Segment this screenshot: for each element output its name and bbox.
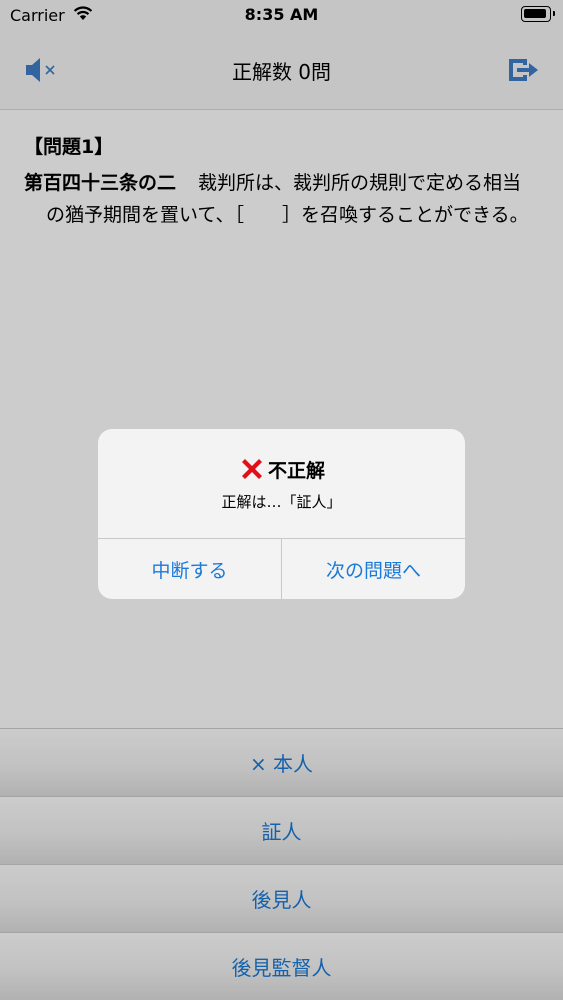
screen: Carrier 8:35 AM 正解数 0問 【問題1】 第百四十三条の二 裁判… [0, 0, 563, 1000]
next-question-button[interactable]: 次の問題へ [281, 539, 465, 599]
alert-button-row: 中断する 次の問題へ [98, 538, 465, 599]
alert-title-row: 不正解 [98, 455, 465, 483]
alert-message: 正解は…「証人」 [221, 493, 342, 511]
alert-title: 不正解 [267, 459, 325, 482]
red-x-icon [241, 459, 262, 479]
result-alert: 不正解 正解は…「証人」 中断する 次の問題へ [98, 429, 465, 599]
suspend-button[interactable]: 中断する [98, 539, 281, 599]
